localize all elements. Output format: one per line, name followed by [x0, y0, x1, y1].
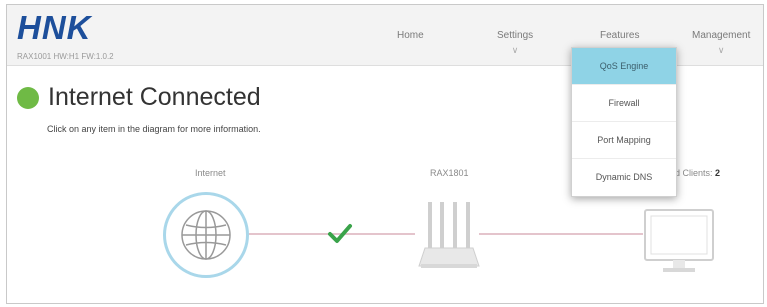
menu-item-qos-engine[interactable]: QoS Engine — [572, 48, 676, 85]
chevron-down-icon: ∨ — [511, 45, 519, 55]
router-clients-link — [479, 233, 643, 235]
internet-node[interactable] — [163, 192, 249, 278]
router-label: RAX1801 — [430, 168, 469, 178]
router-admin-window: HNK RAX1001 HW:H1 FW:1.0.2 Home Settings… — [6, 4, 764, 304]
nav-home[interactable]: Home — [397, 30, 424, 41]
chevron-down-icon: ∨ — [717, 45, 725, 55]
status-indicator-icon — [17, 87, 39, 109]
monitor-icon[interactable] — [643, 208, 715, 276]
menu-item-port-mapping[interactable]: Port Mapping — [572, 122, 676, 159]
nav-management[interactable]: Management ∨ — [692, 30, 750, 56]
nav-home-label: Home — [397, 30, 424, 41]
nav-management-label: Management — [692, 30, 751, 41]
menu-item-firewall[interactable]: Firewall — [572, 85, 676, 122]
clients-count: 2 — [715, 168, 721, 178]
model-info: RAX1001 HW:H1 FW:1.0.2 — [17, 52, 114, 61]
status-title: Internet Connected — [48, 83, 261, 111]
brand-logo[interactable]: HNK — [17, 9, 92, 47]
internet-label: Internet — [195, 168, 226, 178]
nav-features[interactable]: Features — [600, 30, 639, 41]
router-icon[interactable] — [417, 200, 481, 270]
checkmark-icon — [328, 224, 352, 243]
nav-settings-label: Settings — [497, 30, 534, 41]
menu-item-dynamic-dns[interactable]: Dynamic DNS — [572, 159, 676, 195]
clients-label[interactable]: d Clients: 2 — [675, 168, 720, 178]
clients-label-text: d Clients: — [675, 168, 713, 178]
globe-icon — [181, 210, 231, 260]
diagram-hint: Click on any item in the diagram for mor… — [47, 124, 261, 134]
features-dropdown-menu: QoS Engine Firewall Port Mapping Dynamic… — [571, 47, 677, 197]
nav-features-label: Features — [600, 30, 640, 41]
nav-settings[interactable]: Settings ∨ — [497, 30, 533, 56]
